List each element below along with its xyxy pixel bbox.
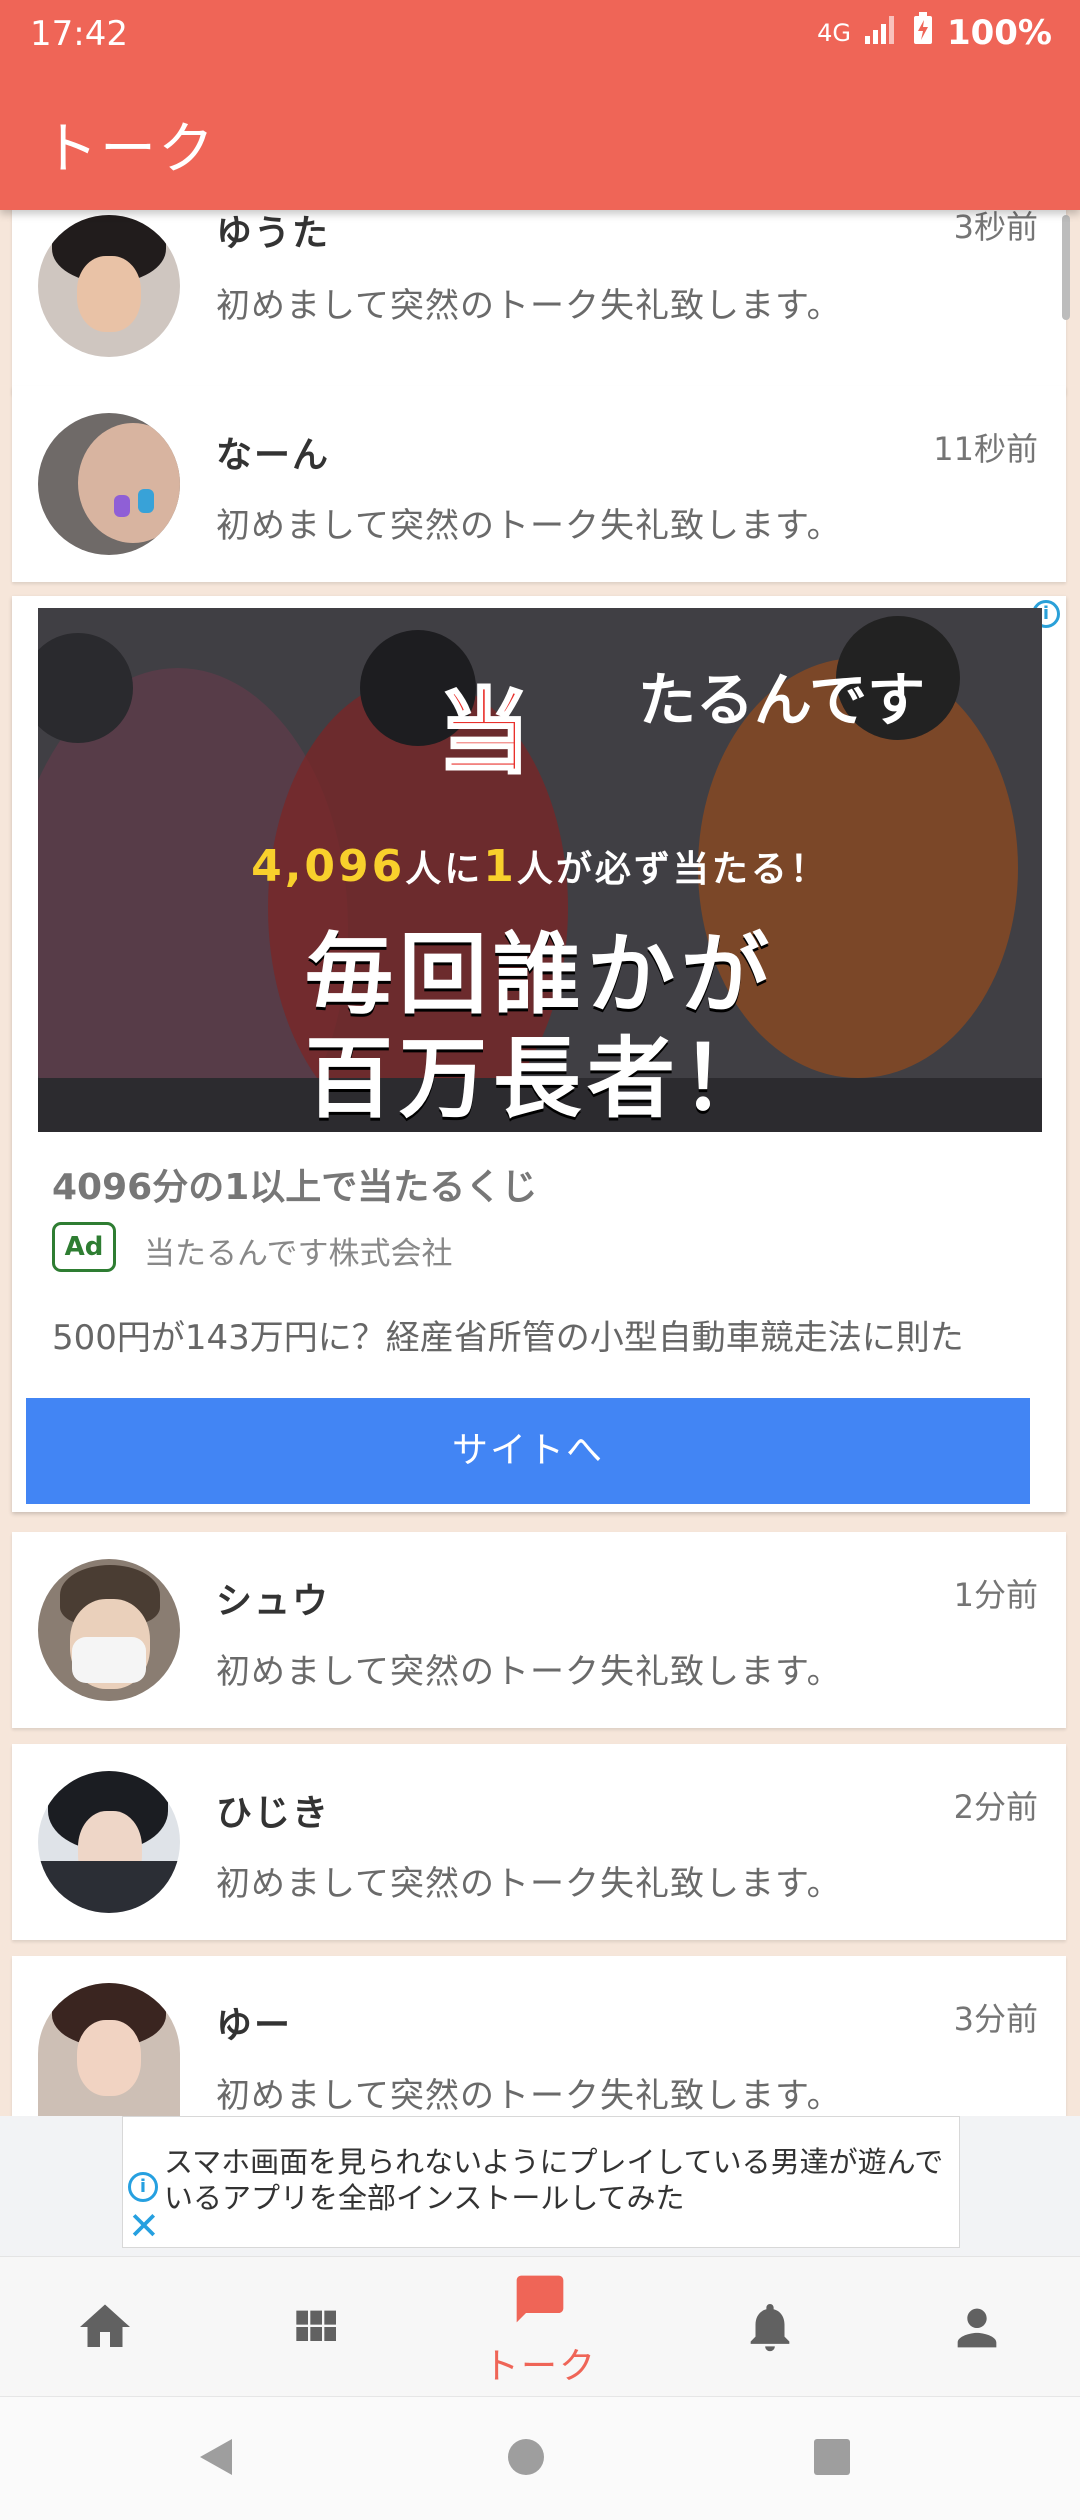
nav-notifications[interactable] [705,2257,835,2397]
nav-talk[interactable]: トーク [470,2257,610,2397]
talk-item-name: ゆー [216,2005,293,2046]
signal-icon [864,13,899,53]
avatar[interactable] [38,1559,180,1701]
chat-icon [516,2275,564,2323]
talk-item-message: 初めまして突然のトーク失礼致します。 [216,506,842,546]
talk-item[interactable]: ひじき 2分前 初めまして突然のトーク失礼致します。 [12,1744,1066,1940]
ad-company: 当たるんです株式会社 [144,1236,453,1272]
bottom-nav: トーク [0,2256,1080,2396]
scrollbar[interactable] [1062,215,1070,320]
ad-image-subtitle: 4,096人に1人が必ず当たる！ [251,841,829,892]
banner-info-icon[interactable]: i [128,2172,158,2202]
network-type: 4G [817,18,851,47]
talk-item-time: 11秒前 [933,430,1038,468]
talk-item-message: 初めまして突然のトーク失礼致します。 [216,1652,842,1692]
ad-logo: 当 [436,678,531,788]
avatar[interactable] [38,215,180,357]
system-nav-bar [0,2396,1080,2520]
page-title: トーク [42,117,216,182]
talk-item-name: なーん [216,435,331,476]
ad-title[interactable]: 4096分の1以上で当たるくじ [52,1158,537,1210]
nav-grid[interactable] [250,2257,380,2397]
ad-headline-2: 百万長者！ [304,1027,775,1130]
avatar[interactable] [38,1771,180,1913]
banner-ad-text[interactable]: スマホ画面を見られないようにプレイしている男達が遊んでいるアプリを全部インストー… [164,2144,954,2216]
status-time: 17:42 [30,14,128,54]
talk-item[interactable]: なーん 11秒前 初めまして突然のトーク失礼致します。 [12,386,1066,582]
talk-item-time: 1分前 [953,1576,1038,1614]
status-bar: 17:42 4G 100% [0,0,1080,68]
recents-icon[interactable] [812,2437,852,2477]
ad-image[interactable]: 当 たるんです 4,096人に1人が必ず当たる！ 毎回誰かが 百万長者！ [38,608,1042,1132]
talk-item-message: 初めまして突然のトーク失礼致します。 [216,286,842,326]
nav-profile[interactable] [912,2257,1042,2397]
grid-icon [296,2310,336,2341]
avatar[interactable] [38,1983,180,2116]
talk-item[interactable]: ゆうた 3秒前 初めまして突然のトーク失礼致します。 [12,210,1066,394]
app-header: 17:42 4G 100% トーク [0,0,1080,210]
ad-card[interactable]: i 当 たるんです 4,096人に1人が必ず当たる！ 毎回誰かが 百万長者！ 4… [12,596,1066,1512]
talk-item-time: 3分前 [953,2000,1038,2038]
status-right: 4G 100% [817,12,1052,53]
ad-description: 500円が143万円に？経産省所管の小型自動車競走法に則た [52,1318,964,1354]
bell-icon [750,2304,790,2352]
talk-item[interactable]: ゆー 3分前 初めまして突然のトーク失礼致します。 [12,1956,1066,2116]
ad-cta-button[interactable]: サイトへ [26,1398,1030,1504]
nav-home[interactable] [40,2257,170,2397]
home-circle-icon[interactable] [506,2437,546,2477]
talk-item-message: 初めまして突然のトーク失礼致します。 [216,1864,842,1904]
back-icon[interactable] [194,2435,238,2479]
talk-item-time: 3秒前 [953,210,1038,246]
nav-talk-label: トーク [482,2346,597,2387]
battery-icon [913,12,933,53]
talk-item-name: ひじき [216,1793,331,1834]
battery-percent: 100% [946,12,1052,53]
talk-item-time: 2分前 [953,1788,1038,1826]
home-icon [80,2304,130,2347]
talk-item-name: シュウ [216,1581,331,1622]
talk-item-name: ゆうた [216,213,331,254]
talk-item[interactable]: シュウ 1分前 初めまして突然のトーク失礼致します。 [12,1532,1066,1728]
ad-badge: Ad [52,1222,116,1272]
close-icon[interactable]: ✕ [128,2206,160,2246]
ad-logo-sub: たるんです [638,666,926,734]
person-icon [957,2308,997,2348]
avatar[interactable] [38,413,180,555]
talk-item-message: 初めまして突然のトーク失礼致します。 [216,2076,842,2116]
